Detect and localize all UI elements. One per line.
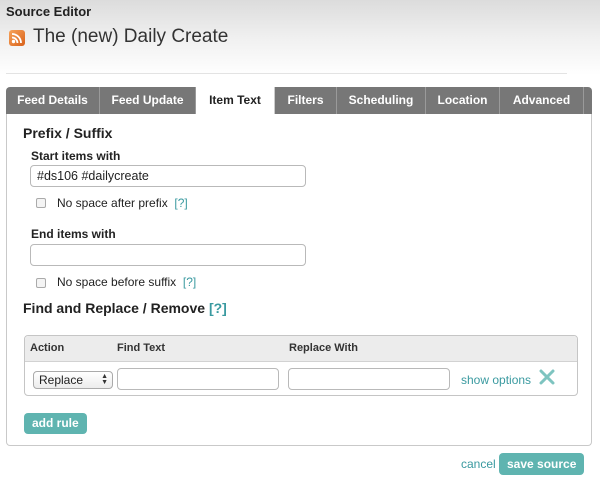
- no-space-suffix-checkbox[interactable]: [36, 278, 46, 288]
- header-divider: [6, 73, 567, 74]
- tab-location[interactable]: Location: [426, 87, 500, 114]
- no-space-suffix-label: No space before suffix: [57, 275, 177, 289]
- rules-table-header: Action Find Text Replace With: [25, 336, 577, 362]
- find-replace-heading: Find and Replace / Remove [?]: [23, 300, 227, 316]
- start-items-label: Start items with: [31, 149, 121, 163]
- action-select[interactable]: Replace ▲ ▼: [33, 371, 113, 389]
- no-space-prefix-checkbox[interactable]: [36, 198, 46, 208]
- no-space-suffix-row: No space before suffix [?]: [57, 275, 196, 289]
- select-arrows-icon: ▲ ▼: [101, 373, 108, 386]
- action-select-value: Replace: [39, 373, 84, 387]
- column-replace-with: Replace With: [289, 342, 358, 354]
- find-text-input[interactable]: [117, 368, 279, 390]
- column-find-text: Find Text: [117, 342, 166, 354]
- end-items-input[interactable]: [30, 244, 306, 266]
- window-title: Source Editor: [6, 4, 92, 19]
- feed-title: The (new) Daily Create: [33, 26, 229, 47]
- tab-filters[interactable]: Filters: [275, 87, 337, 114]
- find-replace-help-link[interactable]: [?]: [209, 300, 227, 316]
- rules-table: Action Find Text Replace With Replace ▲ ▼…: [24, 335, 578, 396]
- no-space-prefix-row: No space after prefix [?]: [57, 196, 188, 210]
- add-rule-button[interactable]: add rule: [24, 413, 87, 434]
- no-space-prefix-help-link[interactable]: [?]: [174, 196, 187, 210]
- remove-rule-icon[interactable]: [538, 368, 556, 389]
- find-replace-heading-text: Find and Replace / Remove: [23, 300, 206, 316]
- rss-icon: [9, 30, 25, 46]
- tab-bar: Feed Details Feed Update Item Text Filte…: [6, 87, 592, 115]
- tab-feed-details[interactable]: Feed Details: [6, 87, 100, 114]
- save-source-button[interactable]: save source: [499, 453, 585, 475]
- tab-scheduling[interactable]: Scheduling: [337, 87, 426, 114]
- tab-advanced[interactable]: Advanced: [500, 87, 584, 114]
- prefix-suffix-heading: Prefix / Suffix: [23, 125, 113, 141]
- no-space-suffix-help-link[interactable]: [?]: [183, 275, 196, 289]
- no-space-prefix-label: No space after prefix: [57, 196, 168, 210]
- item-text-panel: Prefix / Suffix Start items with #ds106 …: [6, 114, 592, 446]
- start-items-input[interactable]: #ds106 #dailycreate: [30, 165, 306, 187]
- end-items-label: End items with: [31, 227, 116, 241]
- replace-with-input[interactable]: [288, 368, 450, 390]
- show-options-link[interactable]: show options: [461, 373, 531, 387]
- column-action: Action: [30, 342, 65, 354]
- tab-feed-update[interactable]: Feed Update: [100, 87, 196, 114]
- tab-item-text[interactable]: Item Text: [196, 87, 275, 115]
- cancel-link[interactable]: cancel: [461, 457, 496, 471]
